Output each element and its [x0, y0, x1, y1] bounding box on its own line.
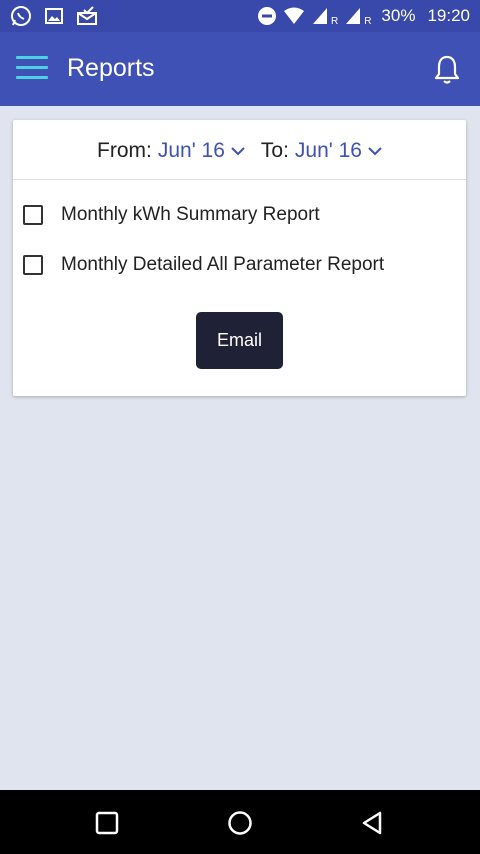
- option-label: Monthly Detailed All Parameter Report: [61, 254, 385, 275]
- clock: 19:20: [427, 6, 470, 25]
- hamburger-menu-icon[interactable]: [16, 56, 48, 82]
- signal-icon-1: [311, 6, 331, 26]
- option-label: Monthly kWh Summary Report: [61, 204, 320, 225]
- back-icon[interactable]: [360, 810, 386, 836]
- email-button[interactable]: Email: [196, 312, 283, 369]
- signal-roaming-label-2: R: [364, 15, 372, 27]
- date-range: From: Jun' 16 To: Jun' 16: [13, 120, 466, 180]
- do-not-disturb-icon: [257, 6, 277, 26]
- notification-icons: [10, 5, 98, 27]
- system-icons: R R 30% 19:20: [257, 0, 470, 32]
- recent-apps-icon[interactable]: [94, 810, 120, 836]
- whatsapp-icon: [10, 5, 32, 27]
- signal-roaming-label-1: R: [330, 15, 339, 27]
- to-label: To:: [260, 138, 289, 162]
- option-monthly-kwh-summary[interactable]: Monthly kWh Summary Report: [23, 204, 320, 226]
- option-monthly-detailed-all-parameter[interactable]: Monthly Detailed All Parameter Report: [23, 254, 384, 276]
- wifi-icon: [283, 7, 305, 25]
- checkbox[interactable]: [23, 205, 43, 225]
- to-value: Jun' 16: [294, 138, 362, 162]
- to-selector[interactable]: To: Jun' 16: [261, 139, 382, 163]
- status-bar: R R 30% 19:20: [0, 0, 480, 32]
- bell-icon[interactable]: [432, 54, 462, 86]
- chevron-down-icon: [231, 146, 245, 156]
- page-title: Reports: [67, 54, 155, 82]
- system-nav-bar: [0, 790, 480, 854]
- signal-icon-2: [344, 6, 364, 26]
- battery-percent: 30%: [381, 6, 416, 25]
- from-label: From:: [97, 138, 152, 162]
- mail-check-icon: [76, 6, 98, 26]
- checkbox[interactable]: [23, 255, 43, 275]
- from-selector[interactable]: From: Jun' 16: [97, 139, 245, 163]
- app-bar: Reports: [0, 32, 480, 106]
- chevron-down-icon: [368, 146, 382, 156]
- home-icon[interactable]: [227, 810, 253, 836]
- report-card: From: Jun' 16 To: Jun' 16 Monthly kWh Su…: [13, 120, 466, 396]
- from-value: Jun' 16: [157, 138, 225, 162]
- image-icon: [44, 6, 64, 26]
